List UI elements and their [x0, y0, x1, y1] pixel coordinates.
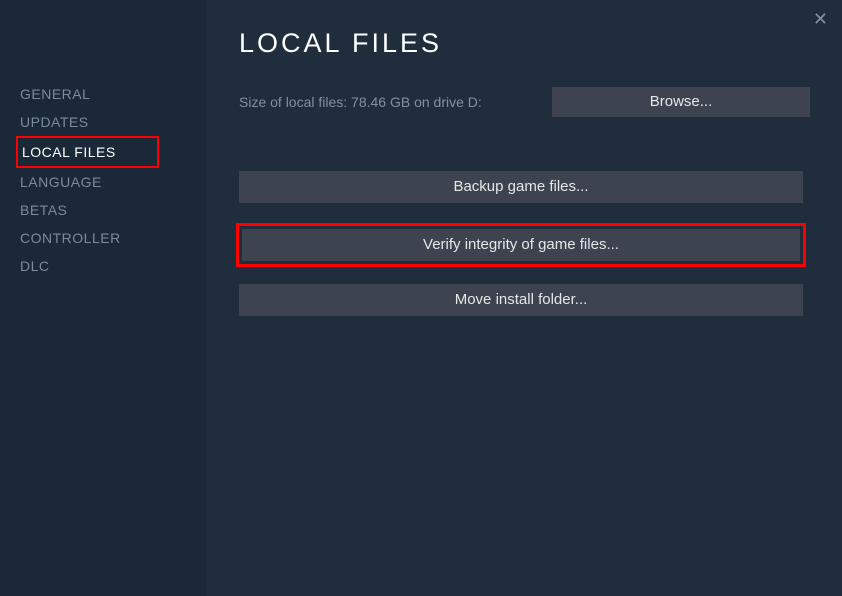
backup-game-files-button[interactable]: Backup game files... [239, 171, 803, 203]
page-title: LOCAL FILES [239, 28, 810, 59]
sidebar-item-language[interactable]: LANGUAGE [0, 168, 207, 196]
verify-integrity-button[interactable]: Verify integrity of game files... [242, 229, 800, 261]
close-icon[interactable]: ✕ [813, 10, 828, 28]
size-text: Size of local files: 78.46 GB on drive D… [239, 94, 482, 110]
info-row: Size of local files: 78.46 GB on drive D… [239, 87, 810, 117]
sidebar: GENERAL UPDATES LOCAL FILES LANGUAGE BET… [0, 0, 207, 596]
sidebar-item-controller[interactable]: CONTROLLER [0, 224, 207, 252]
sidebar-item-updates[interactable]: UPDATES [0, 108, 207, 136]
sidebar-item-dlc[interactable]: DLC [0, 252, 207, 280]
move-install-folder-button[interactable]: Move install folder... [239, 284, 803, 316]
browse-button[interactable]: Browse... [552, 87, 810, 117]
sidebar-item-local-files[interactable]: LOCAL FILES [16, 136, 159, 168]
sidebar-item-general[interactable]: GENERAL [0, 80, 207, 108]
content-panel: ✕ LOCAL FILES Size of local files: 78.46… [207, 0, 842, 596]
sidebar-item-betas[interactable]: BETAS [0, 196, 207, 224]
